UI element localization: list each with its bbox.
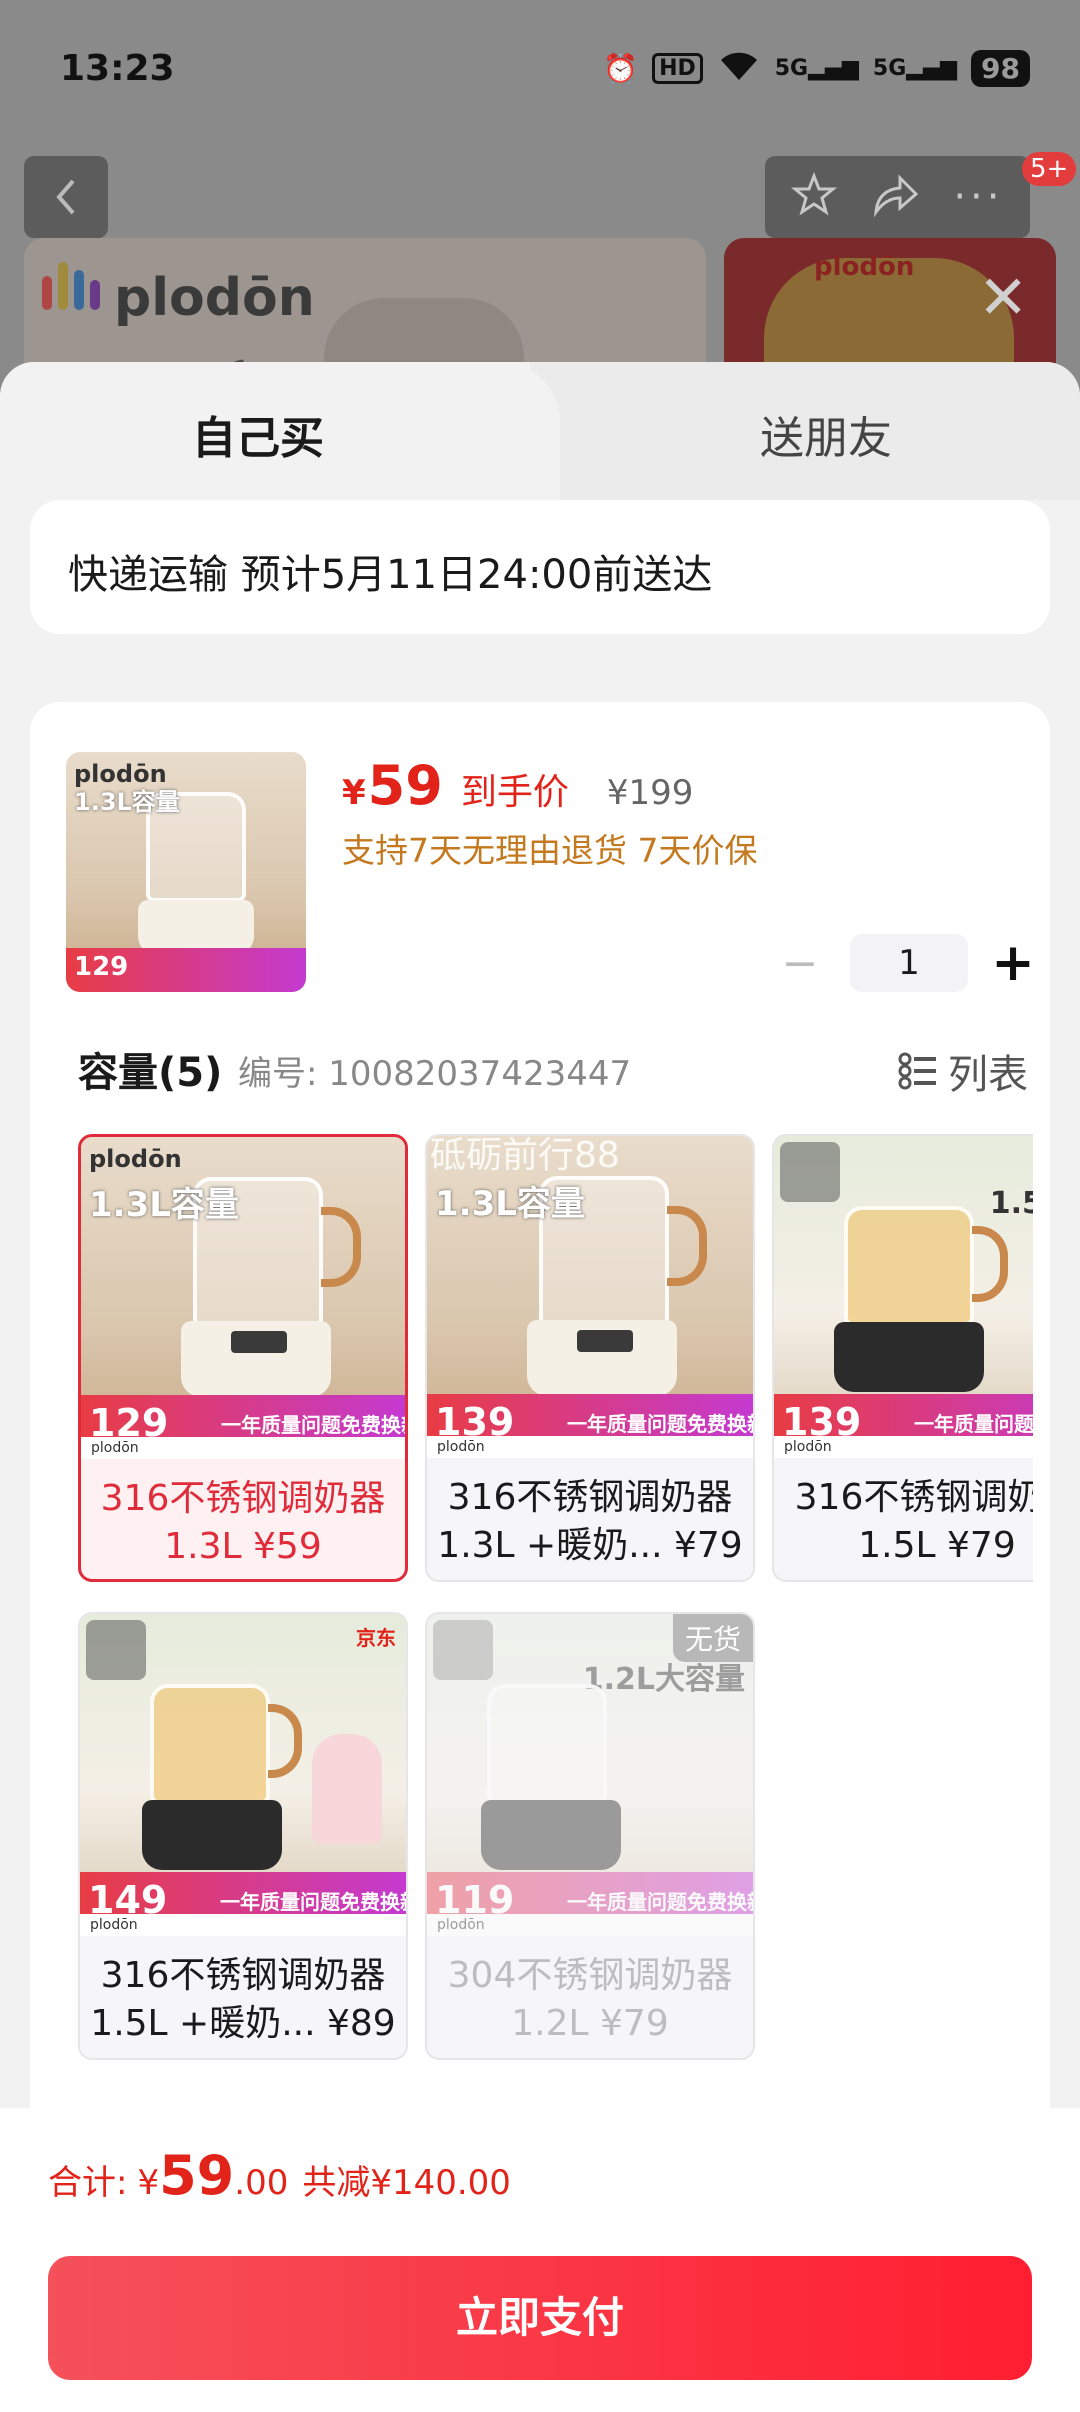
warmer-image (312, 1734, 382, 1844)
option-label: 316不锈钢调奶器 1.3L ¥59 (100, 1478, 386, 1567)
product-thumbnail: plodōn 1.3L容量 129 (66, 752, 306, 992)
total-price: 合计: ¥ 59 .00 共减¥140.00 (48, 2144, 511, 2207)
battery-indicator: 98 (971, 50, 1030, 87)
spec-code: 编号: 10082037423447 (238, 1054, 632, 1094)
price-value: 59 (367, 754, 443, 817)
option-label: 316不锈钢调奶器 1.5L +暖奶... ¥89 (90, 1955, 396, 2044)
close-icon[interactable]: ✕ (978, 268, 1028, 328)
option-image: 1.3L容量 139 一年质量问题免费换新 plodōn (427, 1136, 753, 1458)
delivery-text: 快递运输 预计5月11日24:00前送达 (68, 552, 713, 598)
spec-header: 容量(5) 编号: 10082037423447 列表 (78, 1040, 1028, 1100)
option-image: 京东 149 一年质量问题免费换新 plodōn (80, 1614, 406, 1936)
service-text: 支持7天无理由退货 7天价保 (342, 831, 758, 870)
list-label: 列表 (948, 1052, 1028, 1098)
option-image: 京东 1.5L大 139 一年质量问题免费换新 plodōn (774, 1136, 1033, 1458)
product-card: plodōn 1.3L容量 129 ¥ 59 到手价 ¥199 支持7天无理由退… (30, 702, 1050, 2322)
alarm-icon: ⏰ (603, 52, 639, 85)
jd-tag (433, 1620, 493, 1680)
option-card[interactable]: 京东 149 一年质量问题免费换新 plodōn 316不锈钢调奶器 1.5L … (78, 1612, 408, 2060)
pay-now-button[interactable]: 立即支付 (48, 2256, 1032, 2380)
quantity-input[interactable]: 1 (850, 934, 968, 992)
total-symbol: ¥ (137, 2163, 160, 2203)
price-tag: 到手价 (460, 772, 569, 813)
signal-icon-2: 5G▂▄▆ (872, 56, 958, 81)
option-card[interactable]: 1.3L容量 139 一年质量问题免费换新 plodōn 316不锈钢调奶器 1… (425, 1134, 755, 1582)
tab-gift[interactable]: 送朋友 (760, 402, 892, 466)
jd-tag (780, 1142, 840, 1202)
total-saved: 共减¥140.00 (302, 2163, 511, 2203)
original-price: ¥199 (606, 773, 694, 813)
brand-logo-icon (42, 262, 100, 310)
quantity-plus-button[interactable]: + (988, 937, 1038, 989)
back-button[interactable] (24, 156, 108, 238)
top-actions: ··· (765, 156, 1030, 238)
option-card[interactable]: 无货 京东 1.2L大容量 119 一年质量问题免费换新 plodōn (425, 1612, 755, 2060)
purchase-sheet: 自己买 送朋友 快递运输 预计5月11日24:00前送达 plodōn 1.3L… (0, 362, 1080, 2412)
hd-icon: HD (652, 53, 703, 84)
price-line: ¥ 59 到手价 ¥199 (342, 754, 693, 817)
total-label: 合计: (48, 2163, 128, 2203)
total-decimal: .00 (234, 2163, 289, 2203)
list-icon (898, 1052, 936, 1090)
price-symbol: ¥ (342, 773, 366, 813)
option-label: 316不锈钢调奶器 1.5L ¥79 (794, 1477, 1033, 1566)
banner-brand: plodōn (814, 252, 915, 282)
list-view-toggle[interactable]: 列表 (898, 1042, 1028, 1100)
status-time: 13:23 (60, 48, 175, 89)
quantity-stepper: − 1 + (770, 934, 1038, 992)
option-card[interactable]: 京东 1.5L大 139 一年质量问题免费换新 plodōn 316不锈钢调奶器 (772, 1134, 1033, 1582)
option-label: 304不锈钢调奶器 1.2L ¥79 (447, 1955, 733, 2044)
option-grid: plodōn 1.3L容量 129 一年质量问题免费换新 plodōn 316不… (78, 1134, 1033, 2064)
notification-badge: 5+ (1022, 152, 1077, 186)
option-card[interactable]: plodōn 1.3L容量 129 一年质量问题免费换新 plodōn 316不… (78, 1134, 408, 1582)
watermark: 砥砺前行88 (430, 1135, 620, 1176)
status-bar: 13:23 ⏰ HD 5G▂▄▆ 5G▂▄▆ 98 (0, 0, 1080, 140)
background-brand: plodōn (114, 268, 315, 328)
checkout-bar: 合计: ¥ 59 .00 共减¥140.00 立即支付 (0, 2108, 1080, 2412)
out-of-stock-badge: 无货 (672, 1614, 753, 1662)
favorite-star-icon[interactable] (791, 171, 838, 222)
signal-icon-1: 5G▂▄▆ (774, 56, 859, 81)
spec-title: 容量(5) (78, 1050, 223, 1096)
jd-tag (86, 1620, 146, 1680)
total-integer: 59 (159, 2144, 235, 2207)
quantity-minus-button[interactable]: − (770, 938, 830, 989)
wifi-icon (717, 48, 761, 89)
tab-self[interactable]: 自己买 (192, 402, 324, 466)
purchase-tabs: 自己买 送朋友 (0, 362, 1080, 500)
status-icons: ⏰ HD 5G▂▄▆ 5G▂▄▆ 98 (603, 48, 1030, 89)
option-label: 316不锈钢调奶器 1.3L +暖奶... ¥79 (437, 1477, 743, 1566)
chevron-left-icon (56, 179, 75, 215)
share-icon[interactable] (870, 172, 920, 222)
more-icon[interactable]: ··· (953, 174, 1003, 220)
delivery-card[interactable]: 快递运输 预计5月11日24:00前送达 (30, 500, 1050, 634)
option-image: plodōn 1.3L容量 129 一年质量问题免费换新 plodōn (81, 1137, 405, 1459)
option-image: 京东 1.2L大容量 119 一年质量问题免费换新 plodōn (427, 1614, 753, 1936)
